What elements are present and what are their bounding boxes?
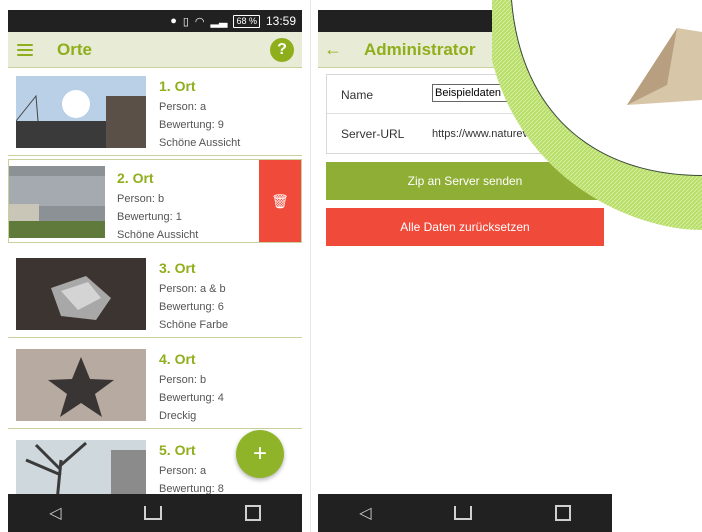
list-item[interactable]: 3. Ort Person: a & b Bewertung: 6 Schöne… bbox=[8, 250, 302, 338]
place-title: 2. Ort bbox=[117, 170, 154, 186]
delete-button[interactable]: 🗑 bbox=[259, 160, 301, 242]
place-rating: Bewertung: 9 bbox=[159, 119, 224, 131]
plus-icon: + bbox=[252, 440, 267, 467]
nav-home-icon[interactable] bbox=[454, 506, 473, 520]
nav-back-icon[interactable]: ◁ bbox=[359, 503, 371, 523]
signal-icon: ▂▃ bbox=[210, 15, 228, 28]
menu-icon[interactable] bbox=[17, 43, 33, 56]
place-title: 1. Ort bbox=[159, 78, 196, 94]
place-person: Person: a bbox=[159, 101, 207, 113]
system-nav-bar: ◁ bbox=[8, 494, 302, 532]
system-nav-bar: ◁ bbox=[318, 494, 612, 532]
place-note: Schöne Farbe bbox=[159, 319, 229, 331]
place-person: Person: b bbox=[117, 193, 165, 205]
decorative-graphic bbox=[492, 0, 702, 230]
location-icon: ● bbox=[170, 15, 177, 27]
place-rating: Bewertung: 1 bbox=[117, 211, 182, 223]
place-note: Schöne Aussicht bbox=[117, 229, 199, 241]
place-title: 4. Ort bbox=[159, 351, 196, 367]
nav-recent-icon[interactable] bbox=[554, 505, 571, 521]
page-title: Orte bbox=[57, 39, 92, 59]
nav-back-icon[interactable]: ◁ bbox=[49, 503, 61, 523]
status-bar: ● ▯ ◠ ▂▃ 68 % 13:59 bbox=[8, 10, 302, 32]
place-rating: Bewertung: 6 bbox=[159, 301, 224, 313]
place-thumbnail bbox=[16, 349, 146, 421]
places-screen: ● ▯ ◠ ▂▃ 68 % 13:59 Orte ? 1. Ort Person… bbox=[8, 10, 302, 532]
status-time: 13:59 bbox=[265, 14, 296, 28]
place-thumbnail bbox=[16, 76, 146, 148]
list-item[interactable]: 2. Ort Person: b Bewertung: 1 Schöne Aus… bbox=[8, 159, 302, 243]
battery-indicator: 68 % bbox=[233, 14, 260, 28]
add-place-button[interactable]: + bbox=[236, 430, 284, 478]
place-person: Person: a & b bbox=[159, 283, 226, 295]
nav-recent-icon[interactable] bbox=[244, 505, 261, 521]
place-person: Person: a bbox=[159, 465, 207, 477]
place-thumbnail bbox=[9, 166, 105, 238]
place-title: 5. Ort bbox=[159, 442, 196, 458]
nav-home-icon[interactable] bbox=[144, 506, 163, 520]
back-arrow-icon[interactable]: ← bbox=[324, 39, 342, 60]
list-item[interactable]: 1. Ort Person: a Bewertung: 9 Schöne Aus… bbox=[8, 68, 302, 156]
place-thumbnail bbox=[16, 258, 146, 330]
place-title: 3. Ort bbox=[159, 260, 196, 276]
screen-divider bbox=[310, 0, 311, 532]
page-title: Administrator bbox=[364, 39, 476, 59]
wifi-icon: ◠ bbox=[194, 15, 205, 28]
place-note: Schöne Aussicht bbox=[159, 137, 241, 149]
vibrate-icon: ▯ bbox=[182, 15, 189, 28]
list-item[interactable]: 4. Ort Person: b Bewertung: 4 Dreckig bbox=[8, 341, 302, 429]
trash-icon: 🗑 bbox=[271, 192, 289, 209]
place-person: Person: b bbox=[159, 374, 207, 386]
help-icon[interactable]: ? bbox=[270, 38, 294, 62]
name-label: Name bbox=[341, 88, 374, 102]
place-rating: Bewertung: 4 bbox=[159, 392, 224, 404]
server-url-label: Server-URL bbox=[341, 127, 405, 141]
app-bar: Orte ? bbox=[8, 32, 302, 68]
place-note: Dreckig bbox=[159, 410, 197, 422]
